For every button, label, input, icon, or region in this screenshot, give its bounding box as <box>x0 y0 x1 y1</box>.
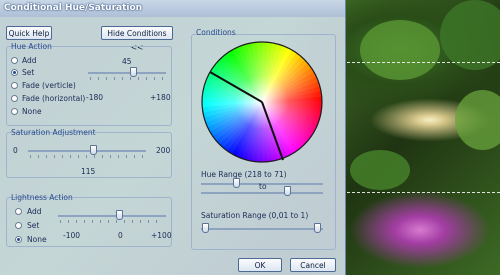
hue-fade-vertical-label: Fade (verticle) <box>22 81 76 90</box>
hue-slider-track[interactable] <box>88 72 166 74</box>
hue-range-track-bottom[interactable] <box>201 192 323 194</box>
saturation-title: Saturation Adjustment <box>11 128 96 137</box>
hue-set-radio[interactable] <box>11 69 18 76</box>
hue-set-label: Set <box>22 68 35 77</box>
hide-conditions-button[interactable]: Hide Conditions << <box>101 26 173 52</box>
lightness-add-radio[interactable] <box>15 208 22 215</box>
lightness-slider-thumb[interactable] <box>116 210 123 220</box>
conditions-title: Conditions <box>196 28 236 37</box>
saturation-slider-thumb[interactable] <box>90 145 97 155</box>
hue-value: 45 <box>122 57 132 66</box>
saturation-slider-ticks <box>30 155 144 158</box>
hue-range-end-thumb[interactable] <box>284 186 291 196</box>
lightness-mid-label: 0 <box>118 231 123 240</box>
lightness-max-label: +100 <box>151 231 172 240</box>
saturation-min-label: 0 <box>13 146 18 155</box>
saturation-range-label: Saturation Range (0,01 to 1) <box>201 211 309 220</box>
lightness-none-label: None <box>27 235 47 244</box>
lightness-set-label: Set <box>27 221 40 230</box>
hue-fade-horizontal-label: Fade (horizontal) <box>22 94 86 103</box>
hue-action-title: Hue Action <box>11 42 52 51</box>
guide-line <box>347 192 500 193</box>
lightness-none-radio[interactable] <box>15 236 22 243</box>
hue-min-label: -180 <box>86 93 104 102</box>
lightness-min-label: -100 <box>63 231 81 240</box>
quick-help-button[interactable]: Quick Help <box>6 26 52 40</box>
lily-pad <box>455 90 500 150</box>
lightness-set-radio[interactable] <box>15 222 22 229</box>
lightness-add-label: Add <box>27 207 42 216</box>
hue-max-label: +180 <box>150 93 171 102</box>
hue-range-label: Hue Range (218 to 71) <box>201 170 287 179</box>
saturation-value: 115 <box>81 167 96 176</box>
lily-pad <box>440 0 500 70</box>
lightness-slider-ticks <box>60 220 164 223</box>
conditional-hue-saturation-dialog: Conditional Hue/Saturation Quick Help Hi… <box>0 0 346 275</box>
hue-slider-ticks <box>90 77 164 80</box>
hue-range-start-thumb[interactable] <box>233 178 240 188</box>
ok-button[interactable]: OK <box>238 258 282 272</box>
hue-range-to-label: to <box>259 182 267 191</box>
saturation-slider-track[interactable] <box>28 150 146 152</box>
lily-pad <box>350 150 410 190</box>
guide-line <box>347 62 500 63</box>
lightness-slider-track[interactable] <box>58 215 166 217</box>
cancel-button[interactable]: Cancel <box>290 258 336 272</box>
color-wheel-icon[interactable] <box>197 40 327 165</box>
hue-none-label: None <box>22 107 42 116</box>
saturation-range-min-thumb[interactable] <box>202 223 209 233</box>
hue-slider-thumb[interactable] <box>130 67 137 77</box>
lightness-title: Lightness Action <box>11 193 73 202</box>
hue-add-radio[interactable] <box>11 57 18 64</box>
title-bar: Conditional Hue/Saturation <box>0 0 345 17</box>
lily-pad <box>360 20 440 80</box>
hue-add-label: Add <box>22 56 37 65</box>
hue-fade-horizontal-radio[interactable] <box>11 95 18 102</box>
hue-fade-vertical-radio[interactable] <box>11 82 18 89</box>
saturation-range-track[interactable] <box>201 228 323 230</box>
saturation-max-label: 200 <box>156 146 171 155</box>
dialog-title: Conditional Hue/Saturation <box>4 3 143 13</box>
hue-none-radio[interactable] <box>11 108 18 115</box>
saturation-range-max-thumb[interactable] <box>314 223 321 233</box>
